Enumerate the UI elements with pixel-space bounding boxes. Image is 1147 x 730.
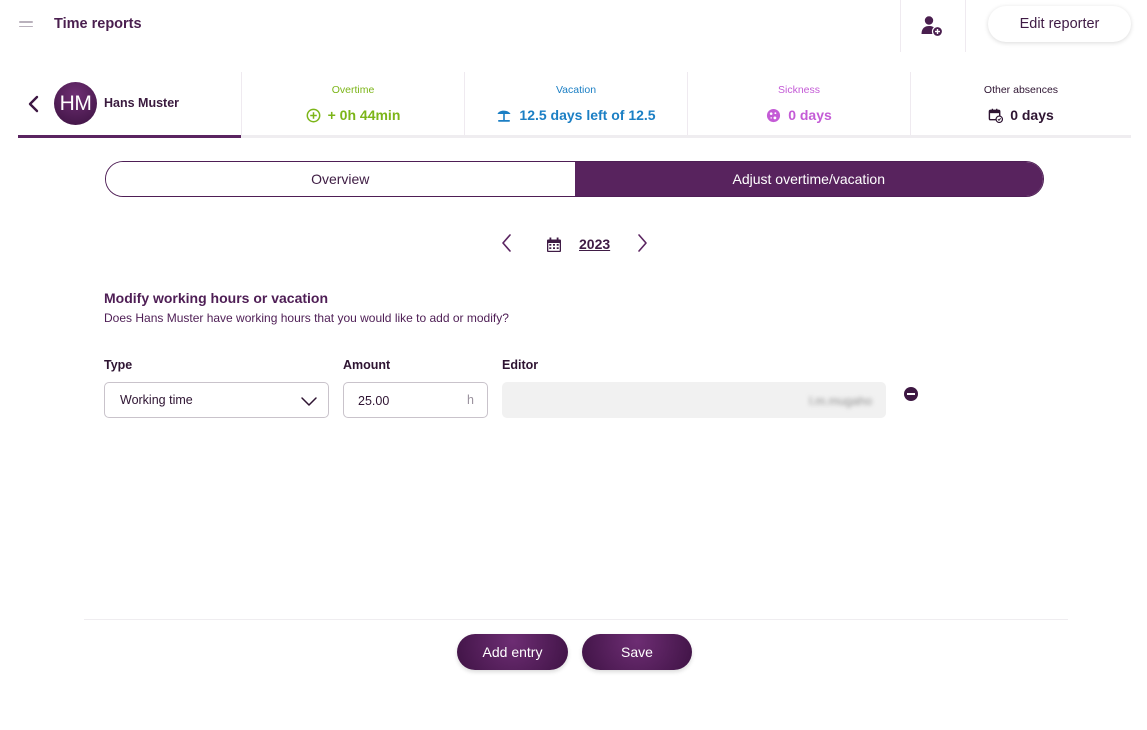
- overtime-stat: Overtime + 0h 44min: [241, 72, 464, 135]
- remove-entry-button[interactable]: [904, 387, 918, 401]
- menu-icon[interactable]: [19, 21, 33, 28]
- add-entry-button[interactable]: Add entry: [457, 634, 568, 670]
- vacation-value: 12.5 days left of 12.5: [519, 107, 656, 123]
- vacation-value-row: 12.5 days left of 12.5: [465, 107, 687, 123]
- sickness-stat: Sickness 0 days: [687, 72, 910, 135]
- chevron-down-icon: [301, 397, 317, 406]
- section-title: Modify working hours or vacation: [104, 290, 329, 306]
- back-button[interactable]: [24, 94, 44, 114]
- summary-strip: HM Hans Muster Overtime + 0h 44min Vacat…: [18, 72, 1131, 138]
- add-user-button[interactable]: [910, 8, 954, 44]
- header-divider: [965, 0, 966, 52]
- user-cell: HM Hans Muster: [18, 72, 241, 138]
- other-absences-value: 0 days: [1010, 107, 1054, 123]
- user-name: Hans Muster: [104, 96, 180, 110]
- vacation-stat: Vacation 12.5 days left of 12.5: [464, 72, 687, 135]
- chevron-left-icon: [28, 95, 39, 113]
- type-select[interactable]: Working time: [104, 382, 329, 418]
- editor-value: l.m.mugaho: [809, 394, 872, 408]
- other-absences-label: Other absences: [983, 84, 1059, 96]
- editor-field: l.m.mugaho: [502, 382, 886, 418]
- calendar-icon: [547, 237, 561, 252]
- chevron-left-icon: [502, 234, 511, 252]
- type-label: Type: [104, 358, 133, 372]
- year-selector[interactable]: 2023: [579, 236, 610, 252]
- section-description: Does Hans Muster have working hours that…: [104, 311, 509, 325]
- save-button[interactable]: Save: [582, 634, 692, 670]
- view-tabs: Overview Adjust overtime/vacation: [105, 161, 1044, 197]
- overtime-label: Overtime: [331, 84, 375, 96]
- other-absences-stat: Other absences 0 days: [910, 72, 1131, 135]
- amount-input[interactable]: [358, 392, 458, 410]
- top-header: Time reports Edit reporter: [0, 0, 1147, 52]
- tab-overview[interactable]: Overview: [106, 162, 575, 196]
- plus-circle-icon: [306, 108, 321, 122]
- overtime-value-row: + 0h 44min: [242, 107, 464, 123]
- avatar: HM: [54, 82, 97, 125]
- calendar-check-icon: [988, 108, 1004, 123]
- sickness-value: 0 days: [788, 107, 832, 123]
- overtime-value: + 0h 44min: [327, 107, 401, 123]
- active-indicator: [18, 135, 241, 138]
- amount-label: Amount: [343, 358, 391, 372]
- beach-umbrella-icon: [497, 110, 511, 122]
- amount-field: h: [343, 382, 488, 418]
- virus-icon: [767, 108, 781, 122]
- tab-adjust-overtime-vacation[interactable]: Adjust overtime/vacation: [574, 162, 1043, 196]
- chevron-right-icon: [638, 234, 647, 252]
- sickness-label: Sickness: [777, 84, 820, 96]
- next-year-button[interactable]: [632, 232, 652, 254]
- add-user-icon: [921, 16, 944, 38]
- amount-unit: h: [467, 393, 474, 407]
- page-title: Time reports: [54, 16, 142, 32]
- previous-year-button[interactable]: [497, 232, 517, 254]
- type-select-value: Working time: [120, 393, 193, 407]
- vacation-label: Vacation: [555, 84, 597, 96]
- editor-label: Editor: [502, 358, 539, 372]
- sickness-value-row: 0 days: [688, 107, 910, 123]
- minus-icon: [907, 393, 915, 395]
- edit-reporter-button[interactable]: Edit reporter: [988, 6, 1131, 42]
- other-absences-value-row: 0 days: [911, 107, 1131, 123]
- header-divider: [900, 0, 901, 52]
- footer-divider: [84, 619, 1068, 620]
- year-navigation: 2023: [497, 230, 657, 258]
